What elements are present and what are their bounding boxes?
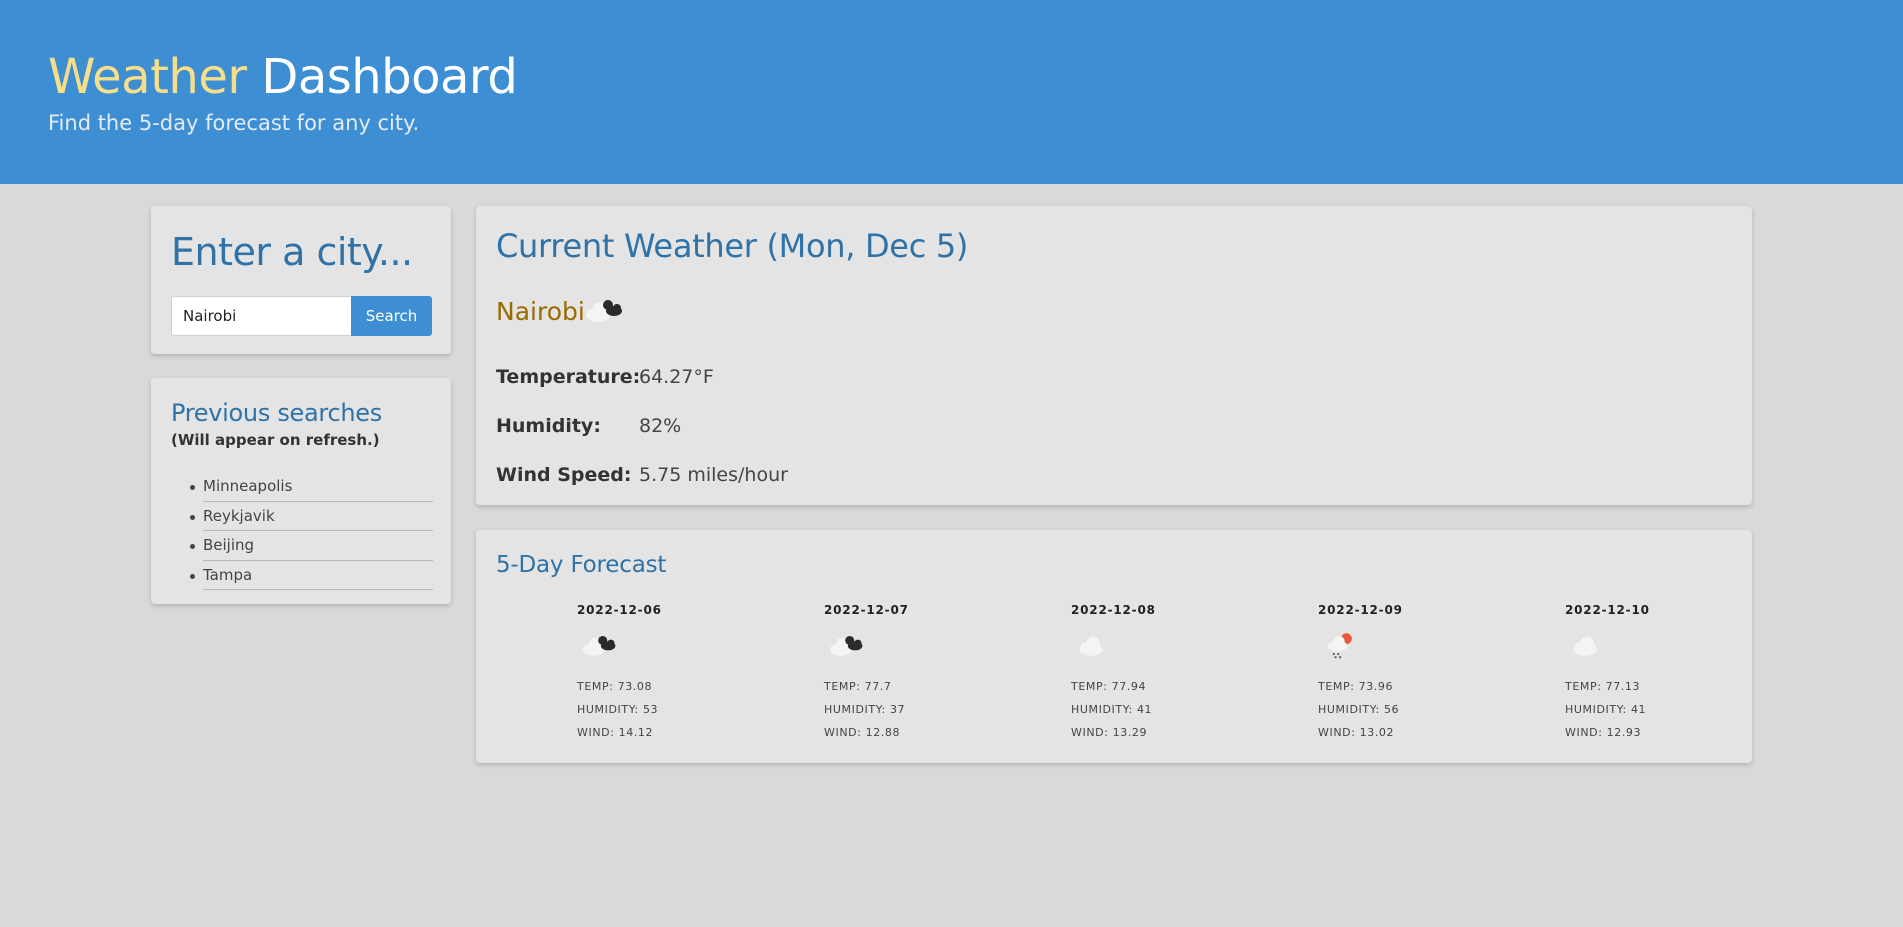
forecast-day: 2022-12-08 TEMP: 77.94 HUMIDITY: 41 WIND… <box>1071 602 1211 752</box>
forecast-day: 2022-12-09 TEMP: 73.96 HUMIDITY: 56 WIND… <box>1318 602 1458 752</box>
forecast-day: 2022-12-06 TEMP: 73.08 HUMIDITY: 53 WIND… <box>577 602 717 752</box>
previous-searches-list: Minneapolis Reykjavik Beijing Tampa <box>190 472 433 590</box>
search-button[interactable]: Search <box>351 296 432 336</box>
page-header: Weather Dashboard Find the 5-day forecas… <box>0 0 1903 184</box>
previous-search-item[interactable]: Reykjavik <box>190 502 433 531</box>
forecast-humidity: HUMIDITY: 53 <box>577 703 659 716</box>
humidity-value: 82% <box>639 415 682 437</box>
previous-search-item[interactable]: Tampa <box>190 561 433 590</box>
forecast-temp: TEMP: 77.7 <box>824 680 892 693</box>
forecast-card: 5-Day Forecast 2022-12-06 TEMP: 73.08 HU… <box>476 530 1752 763</box>
rain-sun-icon <box>1327 633 1352 659</box>
broken-clouds-icon <box>829 635 863 656</box>
forecast-temp: TEMP: 77.94 <box>1071 680 1147 693</box>
page-title: Weather Dashboard <box>48 48 518 106</box>
forecast-humidity: HUMIDITY: 41 <box>1071 703 1153 716</box>
wind-speed-label: Wind Speed: <box>496 464 632 486</box>
forecast-temp: TEMP: 73.08 <box>577 680 653 693</box>
broken-clouds-icon <box>582 635 616 656</box>
broken-clouds-icon <box>586 300 622 322</box>
forecast-wind: WIND: 12.88 <box>824 726 901 739</box>
forecast-day: 2022-12-07 TEMP: 77.7 HUMIDITY: 37 WIND:… <box>824 602 964 752</box>
forecast-heading: 5-Day Forecast <box>496 552 667 578</box>
cloud-icon <box>1079 636 1104 656</box>
forecast-date: 2022-12-07 <box>824 603 909 617</box>
forecast-wind: WIND: 14.12 <box>577 726 654 739</box>
previous-search-item[interactable]: Beijing <box>190 531 433 561</box>
forecast-temp: TEMP: 77.13 <box>1565 680 1641 693</box>
forecast-date: 2022-12-09 <box>1318 603 1403 617</box>
forecast-humidity: HUMIDITY: 56 <box>1318 703 1400 716</box>
search-card: Enter a city... Search <box>151 206 451 354</box>
current-weather-card: Current Weather (Mon, Dec 5) Nairobi Tem… <box>476 206 1752 505</box>
previous-search-item[interactable]: Minneapolis <box>190 472 433 502</box>
page-subtitle: Find the 5-day forecast for any city. <box>48 111 420 135</box>
forecast-wind: WIND: 13.29 <box>1071 726 1148 739</box>
temperature-value: 64.27°F <box>639 366 714 388</box>
humidity-label: Humidity: <box>496 415 601 437</box>
previous-searches-note: (Will appear on refresh.) <box>171 431 380 449</box>
forecast-temp: TEMP: 73.96 <box>1318 680 1394 693</box>
current-city-name: Nairobi <box>496 297 585 326</box>
cloud-icon <box>1573 636 1598 656</box>
temperature-label: Temperature: <box>496 366 641 388</box>
city-search-input[interactable] <box>171 296 352 336</box>
forecast-wind: WIND: 12.93 <box>1565 726 1642 739</box>
forecast-humidity: HUMIDITY: 37 <box>824 703 906 716</box>
previous-searches-card: Previous searches (Will appear on refres… <box>151 378 451 604</box>
page-title-main: Dashboard <box>261 49 518 105</box>
search-heading: Enter a city... <box>171 230 413 274</box>
page-title-highlight: Weather <box>48 49 247 105</box>
forecast-date: 2022-12-10 <box>1565 603 1650 617</box>
previous-searches-heading: Previous searches <box>171 399 382 427</box>
forecast-date: 2022-12-06 <box>577 603 662 617</box>
forecast-day: 2022-12-10 TEMP: 77.13 HUMIDITY: 41 WIND… <box>1565 602 1705 752</box>
wind-speed-value: 5.75 miles/hour <box>639 464 788 486</box>
current-weather-heading: Current Weather (Mon, Dec 5) <box>496 227 969 265</box>
forecast-humidity: HUMIDITY: 41 <box>1565 703 1647 716</box>
forecast-wind: WIND: 13.02 <box>1318 726 1395 739</box>
forecast-date: 2022-12-08 <box>1071 603 1156 617</box>
